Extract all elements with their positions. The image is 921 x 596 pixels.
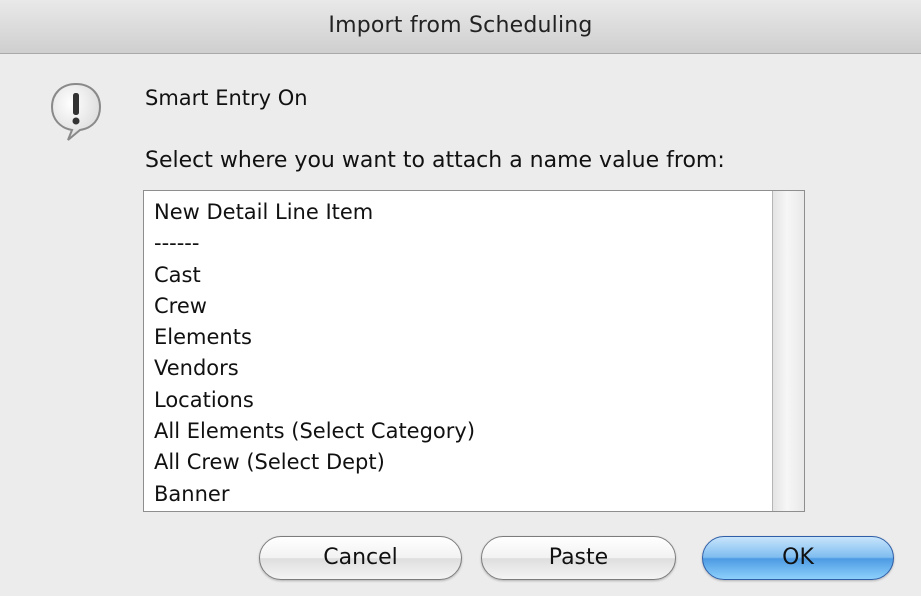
list-item[interactable]: Crew [154, 291, 475, 322]
alert-icon [50, 82, 102, 141]
list-item[interactable]: Cast [154, 260, 475, 291]
list-item[interactable]: Elements [154, 322, 475, 353]
title-bar[interactable]: Import from Scheduling [0, 0, 921, 54]
list-item[interactable]: All Elements (Select Category) [154, 416, 475, 447]
list-item[interactable]: Locations [154, 385, 475, 416]
list-item[interactable]: ------ [154, 228, 475, 259]
dialog-heading: Smart Entry On [145, 86, 308, 110]
ok-button[interactable]: OK [702, 536, 894, 580]
paste-button[interactable]: Paste [481, 536, 676, 580]
list-scrollbar[interactable] [772, 191, 804, 511]
cancel-button[interactable]: Cancel [259, 536, 462, 580]
list-item[interactable]: Vendors [154, 353, 475, 384]
import-dialog-window: Import from Scheduling Smart Entry On Se… [0, 0, 921, 596]
window-title: Import from Scheduling [328, 13, 593, 38]
dialog-prompt: Select where you want to attach a name v… [145, 148, 725, 173]
list-item[interactable]: All Crew (Select Dept) [154, 447, 475, 478]
list-item[interactable]: New Detail Line Item [154, 197, 475, 228]
list-items: New Detail Line Item ------ Cast Crew El… [154, 197, 475, 510]
attach-target-list[interactable]: New Detail Line Item ------ Cast Crew El… [143, 190, 805, 512]
list-item[interactable]: Banner [154, 479, 475, 510]
